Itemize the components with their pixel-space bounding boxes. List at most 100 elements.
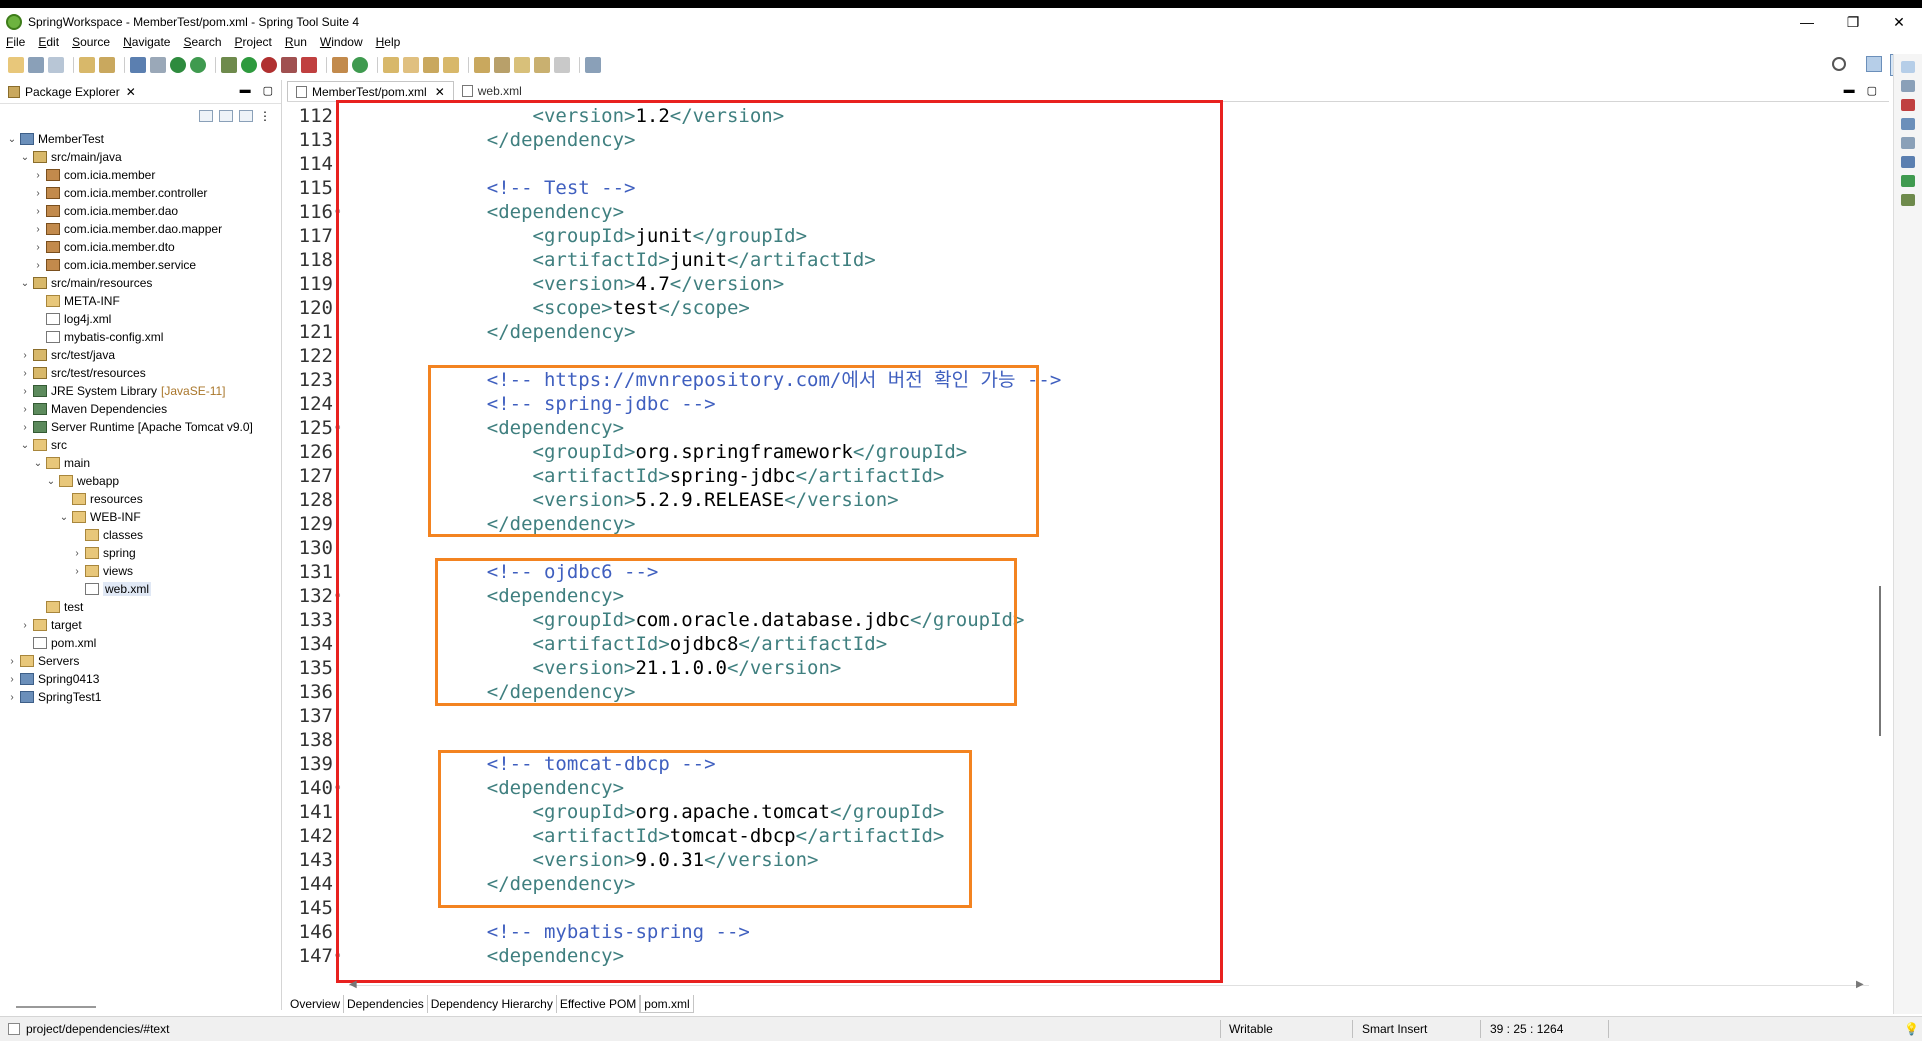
problems-icon[interactable]	[1901, 99, 1915, 111]
menu-window[interactable]: Window	[320, 35, 363, 49]
tree-item[interactable]: › src/test/resources	[0, 364, 281, 382]
new-icon[interactable]	[8, 57, 24, 73]
tree-item[interactable]: resources	[0, 490, 281, 508]
close-icon[interactable]: ✕	[126, 85, 136, 99]
tree-item[interactable]: ⌄ src/main/resources	[0, 274, 281, 292]
collapse-all-icon[interactable]	[199, 110, 213, 122]
package-explorer-scrollbar[interactable]	[16, 1006, 96, 1008]
collapsed-chevron-icon[interactable]: ›	[32, 188, 44, 199]
run-icon[interactable]	[241, 57, 257, 73]
tree-item[interactable]: › Server Runtime [Apache Tomcat v9.0]	[0, 418, 281, 436]
collapsed-chevron-icon[interactable]: ›	[71, 548, 83, 559]
tree-item[interactable]: › com.icia.member.dao	[0, 202, 281, 220]
maximize-view-icon[interactable]: ▢	[263, 84, 273, 97]
collapsed-chevron-icon[interactable]: ›	[19, 620, 31, 631]
tree-item[interactable]: › JRE System Library [JavaSE-11]	[0, 382, 281, 400]
menu-edit[interactable]: Edit	[38, 35, 59, 49]
save-icon[interactable]	[28, 57, 44, 73]
collapsed-chevron-icon[interactable]: ›	[6, 656, 18, 667]
link-with-editor-icon[interactable]	[219, 110, 233, 122]
new-class-icon[interactable]	[352, 57, 368, 73]
server-icon[interactable]	[301, 57, 317, 73]
tree-item[interactable]: log4j.xml	[0, 310, 281, 328]
collapsed-chevron-icon[interactable]: ›	[32, 224, 44, 235]
tree-item[interactable]: › com.icia.member.service	[0, 256, 281, 274]
tree-item[interactable]: META-INF	[0, 292, 281, 310]
tree-item[interactable]: ⌄ MemberTest	[0, 130, 281, 148]
tip-icon[interactable]: 💡	[1904, 1022, 1919, 1036]
tree-item[interactable]: › Maven Dependencies	[0, 400, 281, 418]
tab-pom-xml-source[interactable]: pom.xml	[640, 995, 694, 1013]
tree-item[interactable]: ⌄ main	[0, 454, 281, 472]
tree-item[interactable]: ⌄ WEB-INF	[0, 508, 281, 526]
expanded-chevron-icon[interactable]: ⌄	[19, 152, 31, 163]
collapsed-chevron-icon[interactable]: ›	[71, 566, 83, 577]
save-all-icon[interactable]	[48, 57, 64, 73]
editor-horizontal-scrollbar[interactable]	[349, 985, 1869, 986]
tree-item[interactable]: web.xml	[0, 580, 281, 598]
restore-icon[interactable]	[1901, 80, 1915, 92]
open-perspective-icon[interactable]	[443, 57, 459, 73]
collapsed-chevron-icon[interactable]: ›	[19, 422, 31, 433]
debug-icon[interactable]	[221, 57, 237, 73]
previous-annotation-icon[interactable]	[494, 57, 510, 73]
tab-dependency-hierarchy[interactable]: Dependency Hierarchy	[428, 995, 557, 1013]
collapsed-chevron-icon[interactable]: ›	[19, 350, 31, 361]
search-icon[interactable]	[1832, 57, 1846, 71]
minimize-view-icon[interactable]: ▬	[1844, 84, 1855, 97]
menu-search[interactable]: Search	[183, 35, 221, 49]
next-annotation-icon[interactable]	[474, 57, 490, 73]
boot-dashboard-icon[interactable]	[1901, 194, 1915, 206]
expanded-chevron-icon[interactable]: ⌄	[19, 440, 31, 451]
tab-overview[interactable]: Overview	[287, 995, 345, 1013]
javadoc-icon[interactable]	[1901, 118, 1915, 130]
forward-icon[interactable]	[554, 57, 570, 73]
progress-icon[interactable]	[1901, 175, 1915, 187]
spring-boot-icon[interactable]	[170, 57, 186, 73]
tree-item[interactable]: classes	[0, 526, 281, 544]
collapsed-chevron-icon[interactable]: ›	[19, 404, 31, 415]
collapsed-chevron-icon[interactable]: ›	[32, 242, 44, 253]
pin-editor-icon[interactable]	[585, 57, 601, 73]
minimize-view-icon[interactable]: ▬	[240, 84, 251, 97]
tree-item[interactable]: › SpringTest1	[0, 688, 281, 706]
collapsed-chevron-icon[interactable]: ›	[19, 386, 31, 397]
expanded-chevron-icon[interactable]: ⌄	[19, 278, 31, 289]
build-icon[interactable]	[99, 57, 115, 73]
tab-effective-pom[interactable]: Effective POM	[557, 995, 641, 1013]
refresh-icon[interactable]	[190, 57, 206, 73]
console-view-icon[interactable]	[1901, 156, 1915, 168]
last-edit-icon[interactable]	[514, 57, 530, 73]
expanded-chevron-icon[interactable]: ⌄	[6, 134, 18, 145]
close-icon[interactable]: ✕	[435, 85, 445, 99]
tree-item[interactable]: › Spring0413	[0, 670, 281, 688]
scroll-left-icon[interactable]: ◀	[349, 979, 357, 990]
menu-navigate[interactable]: Navigate	[123, 35, 170, 49]
tab-web-xml[interactable]: web.xml	[454, 81, 530, 101]
search-toolbar-icon[interactable]	[150, 57, 166, 73]
tree-item[interactable]: test	[0, 598, 281, 616]
console-icon[interactable]	[130, 57, 146, 73]
tree-item[interactable]: › com.icia.member	[0, 166, 281, 184]
open-type-icon[interactable]	[383, 57, 399, 73]
expanded-chevron-icon[interactable]: ⌄	[32, 458, 44, 469]
collapsed-chevron-icon[interactable]: ›	[32, 206, 44, 217]
editor-vertical-scrollbar[interactable]	[1879, 586, 1881, 736]
properties-icon[interactable]	[79, 57, 95, 73]
collapsed-chevron-icon[interactable]: ›	[32, 260, 44, 271]
view-menu-icon[interactable]: ⋮	[259, 110, 273, 122]
menu-source[interactable]: Source	[72, 35, 110, 49]
open-perspective-button-icon[interactable]	[1866, 56, 1882, 72]
tree-item[interactable]: ⌄ src	[0, 436, 281, 454]
tree-item[interactable]: ⌄ src/main/java	[0, 148, 281, 166]
package-explorer-tab[interactable]: Package Explorer ✕	[8, 85, 136, 99]
menu-project[interactable]: Project	[235, 35, 272, 49]
tab-pom-xml[interactable]: MemberTest/pom.xml ✕	[287, 81, 454, 101]
stop-icon[interactable]	[281, 57, 297, 73]
collapsed-chevron-icon[interactable]: ›	[19, 368, 31, 379]
tree-item[interactable]: ⌄ webapp	[0, 472, 281, 490]
tree-item[interactable]: pom.xml	[0, 634, 281, 652]
new-package-icon[interactable]	[332, 57, 348, 73]
tree-item[interactable]: › Servers	[0, 652, 281, 670]
expanded-chevron-icon[interactable]: ⌄	[45, 476, 57, 487]
